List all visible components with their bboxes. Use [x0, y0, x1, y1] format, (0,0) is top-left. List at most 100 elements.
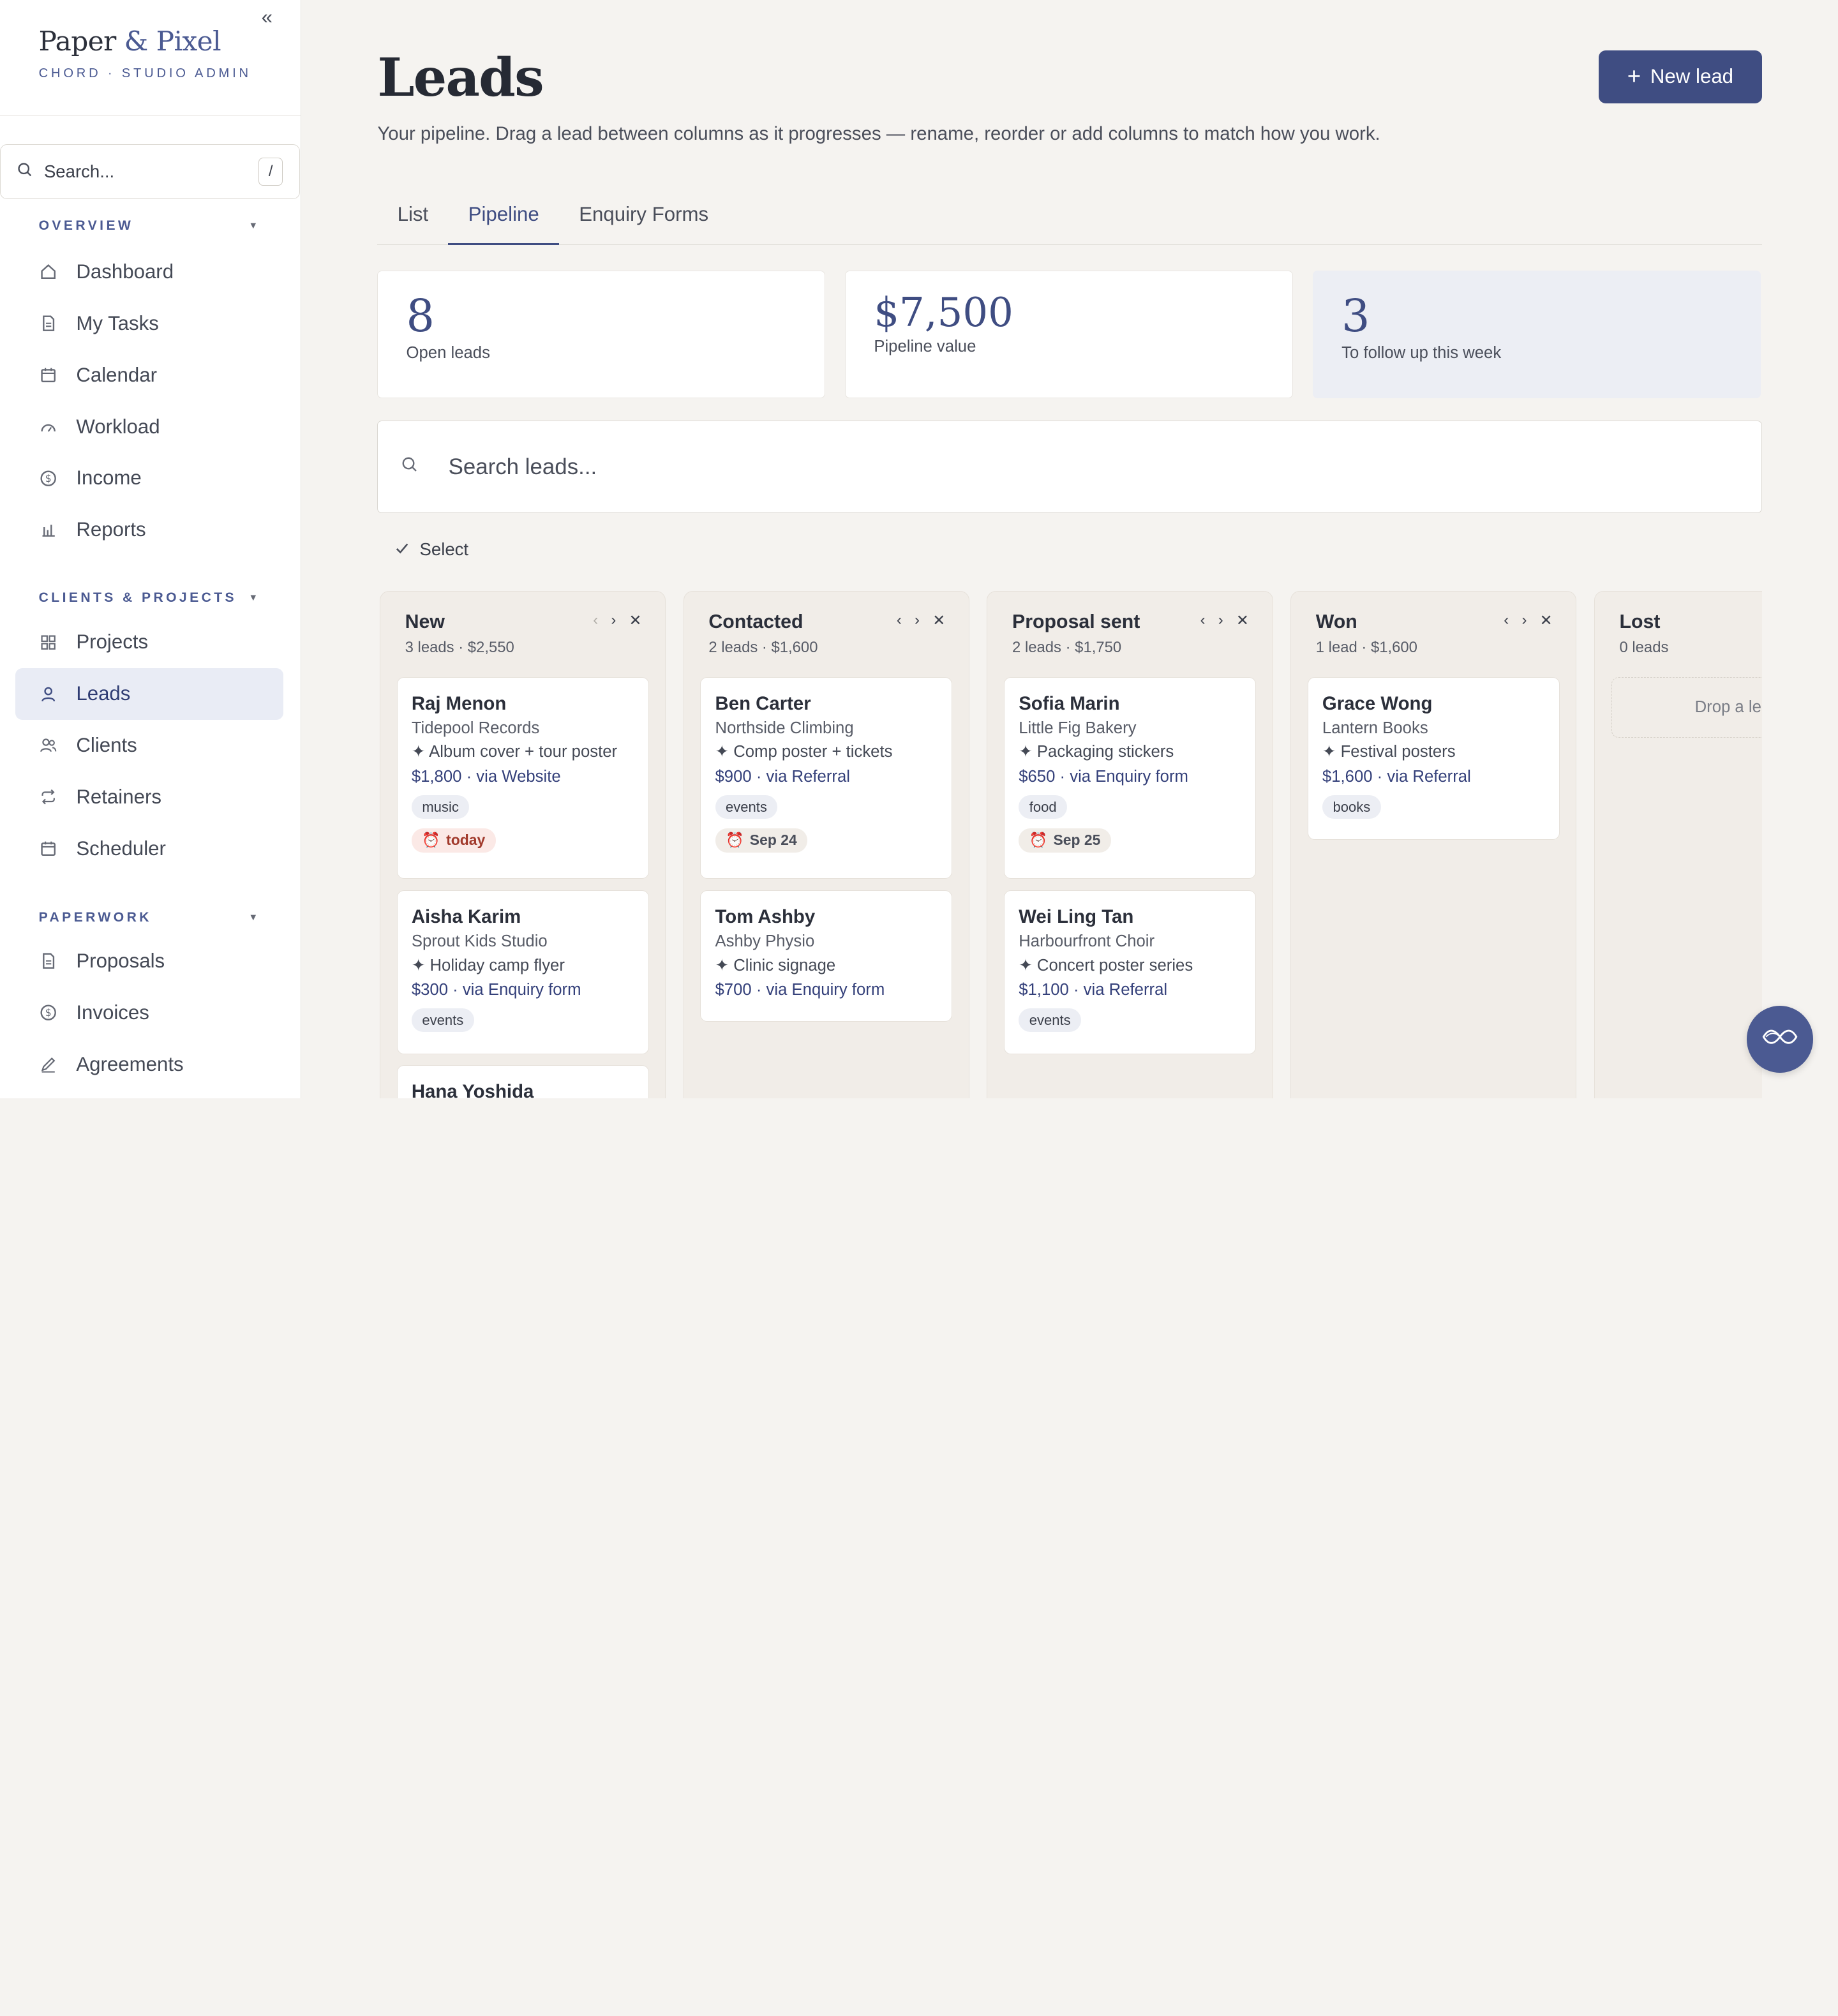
sidebar-item-agreements[interactable]: Agreements [15, 1038, 284, 1090]
lead-tag: events [411, 1008, 474, 1033]
tab-list[interactable]: List [377, 188, 448, 245]
select-toggle[interactable]: Select [395, 539, 468, 560]
sidebar-item-label: Projects [76, 631, 149, 653]
lead-name: Aisha Karim [411, 906, 521, 927]
lead-project: ✦ Concert poster series [1019, 956, 1193, 974]
move-right-icon[interactable]: › [915, 611, 920, 630]
lead-project: ✦ Comp poster + tickets [715, 743, 893, 761]
column-header: Proposal sent 2 leads · $1,750 ‹ › ✕ [987, 592, 1272, 657]
sidebar-item-my-tasks[interactable]: My Tasks [15, 297, 284, 349]
sidebar-item-reports[interactable]: Reports [15, 504, 284, 556]
move-left-icon[interactable]: ‹ [1504, 611, 1509, 630]
assistant-fab-button[interactable] [1746, 1005, 1814, 1073]
close-icon[interactable]: ✕ [1236, 611, 1249, 630]
column-meta: 0 leads [1619, 639, 1669, 657]
chevron-down-icon: ▼ [248, 592, 258, 603]
sidebar-search-input[interactable]: Search... / [0, 144, 301, 200]
check-icon [395, 539, 409, 560]
sidebar-item-income[interactable]: $ Income [15, 452, 284, 504]
sidebar-item-proposals[interactable]: Proposals [15, 936, 284, 987]
move-left-icon[interactable]: ‹ [897, 611, 902, 630]
lead-project: ✦ Holiday camp flyer [411, 956, 565, 974]
collapse-sidebar-button[interactable]: « [262, 6, 273, 29]
alarm-clock-icon: ⏰ [422, 832, 440, 849]
move-right-icon[interactable]: › [611, 611, 616, 630]
tab-enquiry-forms[interactable]: Enquiry Forms [559, 188, 728, 245]
lead-company: Tidepool Records [411, 719, 540, 737]
dollar-icon: $ [39, 1003, 57, 1022]
lead-value: $300 · via Enquiry form [411, 980, 581, 999]
stat-label: Open leads [406, 344, 490, 362]
close-icon[interactable]: ✕ [629, 611, 642, 630]
section-header-clients-projects[interactable]: CLIENTS & PROJECTS ▼ [0, 586, 300, 609]
pipeline-column-new[interactable]: New 3 leads · $2,550 ‹ › ✕ Raj Menon Tid… [380, 590, 666, 1098]
repeat-icon [39, 788, 57, 806]
sidebar-item-dashboard[interactable]: Dashboard [15, 246, 284, 298]
lead-card[interactable]: Grace Wong Lantern Books ✦ Festival post… [1307, 676, 1560, 840]
move-left-icon[interactable]: ‹ [1200, 611, 1206, 630]
lead-card[interactable]: Aisha Karim Sprout Kids Studio ✦ Holiday… [396, 890, 649, 1055]
due-label: Sep 24 [749, 832, 797, 849]
lead-card[interactable]: Wei Ling Tan Harbourfront Choir ✦ Concer… [1004, 890, 1257, 1055]
lead-value: $1,600 · via Referral [1322, 767, 1471, 786]
lead-name: Ben Carter [715, 692, 811, 714]
new-lead-button[interactable]: + New lead [1599, 50, 1762, 103]
sidebar-item-label: Proposals [76, 950, 165, 973]
close-icon[interactable]: ✕ [1540, 611, 1553, 630]
pipeline-column-contacted[interactable]: Contacted 2 leads · $1,600 ‹ › ✕ Ben Car… [683, 590, 969, 1098]
sidebar-item-retainers[interactable]: Retainers [15, 772, 284, 823]
column-controls: ‹ › ✕ [1200, 611, 1249, 630]
lead-name: Raj Menon [411, 692, 507, 714]
column-meta: 3 leads · $2,550 [405, 639, 514, 657]
lead-tag: music [411, 795, 470, 819]
lead-search-placeholder: Search leads... [448, 454, 597, 479]
drop-zone-label: Drop a lead [1694, 698, 1762, 717]
move-right-icon[interactable]: › [1218, 611, 1223, 630]
lead-search-input[interactable]: Search leads... [377, 421, 1762, 514]
plus-icon: + [1627, 63, 1641, 89]
select-label: Select [419, 539, 469, 559]
sidebar-item-scheduler[interactable]: Scheduler [15, 823, 284, 874]
sidebar-item-label: Scheduler [76, 837, 166, 860]
sidebar-item-clients[interactable]: Clients [15, 720, 284, 772]
lead-card[interactable]: Ben Carter Northside Climbing ✦ Comp pos… [700, 676, 953, 879]
lead-card[interactable]: Raj Menon Tidepool Records ✦ Album cover… [396, 676, 649, 879]
grid-icon [39, 633, 57, 652]
due-badge: ⏰ Sep 25 [1019, 828, 1111, 853]
sidebar-item-workload[interactable]: Workload [15, 401, 284, 452]
chevron-down-icon: ▼ [248, 221, 258, 232]
brand-name-amp: & Pixel [124, 26, 221, 57]
column-header: Contacted 2 leads · $1,600 ‹ › ✕ [684, 592, 969, 657]
move-right-icon[interactable]: › [1521, 611, 1527, 630]
drop-zone[interactable]: Drop a lead [1611, 676, 1762, 738]
sidebar-item-invoices[interactable]: $ Invoices [15, 987, 284, 1038]
pipeline-column-proposal-sent[interactable]: Proposal sent 2 leads · $1,750 ‹ › ✕ Sof… [987, 590, 1273, 1098]
brand-logo[interactable]: Paper & Pixel [39, 26, 301, 57]
sidebar-item-projects[interactable]: Projects [15, 616, 284, 668]
section-header-overview[interactable]: OVERVIEW ▼ [0, 214, 300, 238]
pipeline-board: New 3 leads · $2,550 ‹ › ✕ Raj Menon Tid… [380, 590, 1762, 1098]
column-meta: 2 leads · $1,750 [1012, 639, 1122, 657]
stat-card-open-leads: 8 Open leads [377, 271, 826, 399]
lead-card[interactable]: Hana Yoshida [396, 1064, 649, 1098]
sidebar-item-calendar[interactable]: Calendar [15, 349, 284, 401]
move-left-icon[interactable]: ‹ [593, 611, 598, 630]
lead-value: $900 · via Referral [715, 767, 850, 786]
tab-pipeline[interactable]: Pipeline [448, 188, 559, 245]
section-header-paperwork[interactable]: PAPERWORK ▼ [0, 906, 300, 930]
column-title[interactable]: Lost [1619, 611, 1761, 633]
users-icon [39, 736, 57, 754]
new-lead-label: New lead [1650, 65, 1734, 88]
lead-card[interactable]: Sofia Marin Little Fig Bakery ✦ Packagin… [1004, 676, 1257, 879]
sidebar-item-leads[interactable]: Leads [15, 668, 284, 720]
lead-tag: books [1322, 795, 1381, 819]
lead-card[interactable]: Tom Ashby Ashby Physio ✦ Clinic signage … [700, 890, 953, 1022]
infinity-logo-icon [1759, 1027, 1801, 1051]
pipeline-column-lost[interactable]: Lost 0 leads Drop a lead [1594, 590, 1762, 1098]
close-icon[interactable]: ✕ [932, 611, 945, 630]
section-title: OVERVIEW [38, 218, 134, 234]
lead-tag: food [1019, 795, 1068, 819]
page-subtitle: Your pipeline. Drag a lead between colum… [377, 123, 1380, 144]
pipeline-column-won[interactable]: Won 1 lead · $1,600 ‹ › ✕ Grace Wong Lan… [1290, 590, 1577, 1098]
calendar-icon [39, 366, 57, 384]
